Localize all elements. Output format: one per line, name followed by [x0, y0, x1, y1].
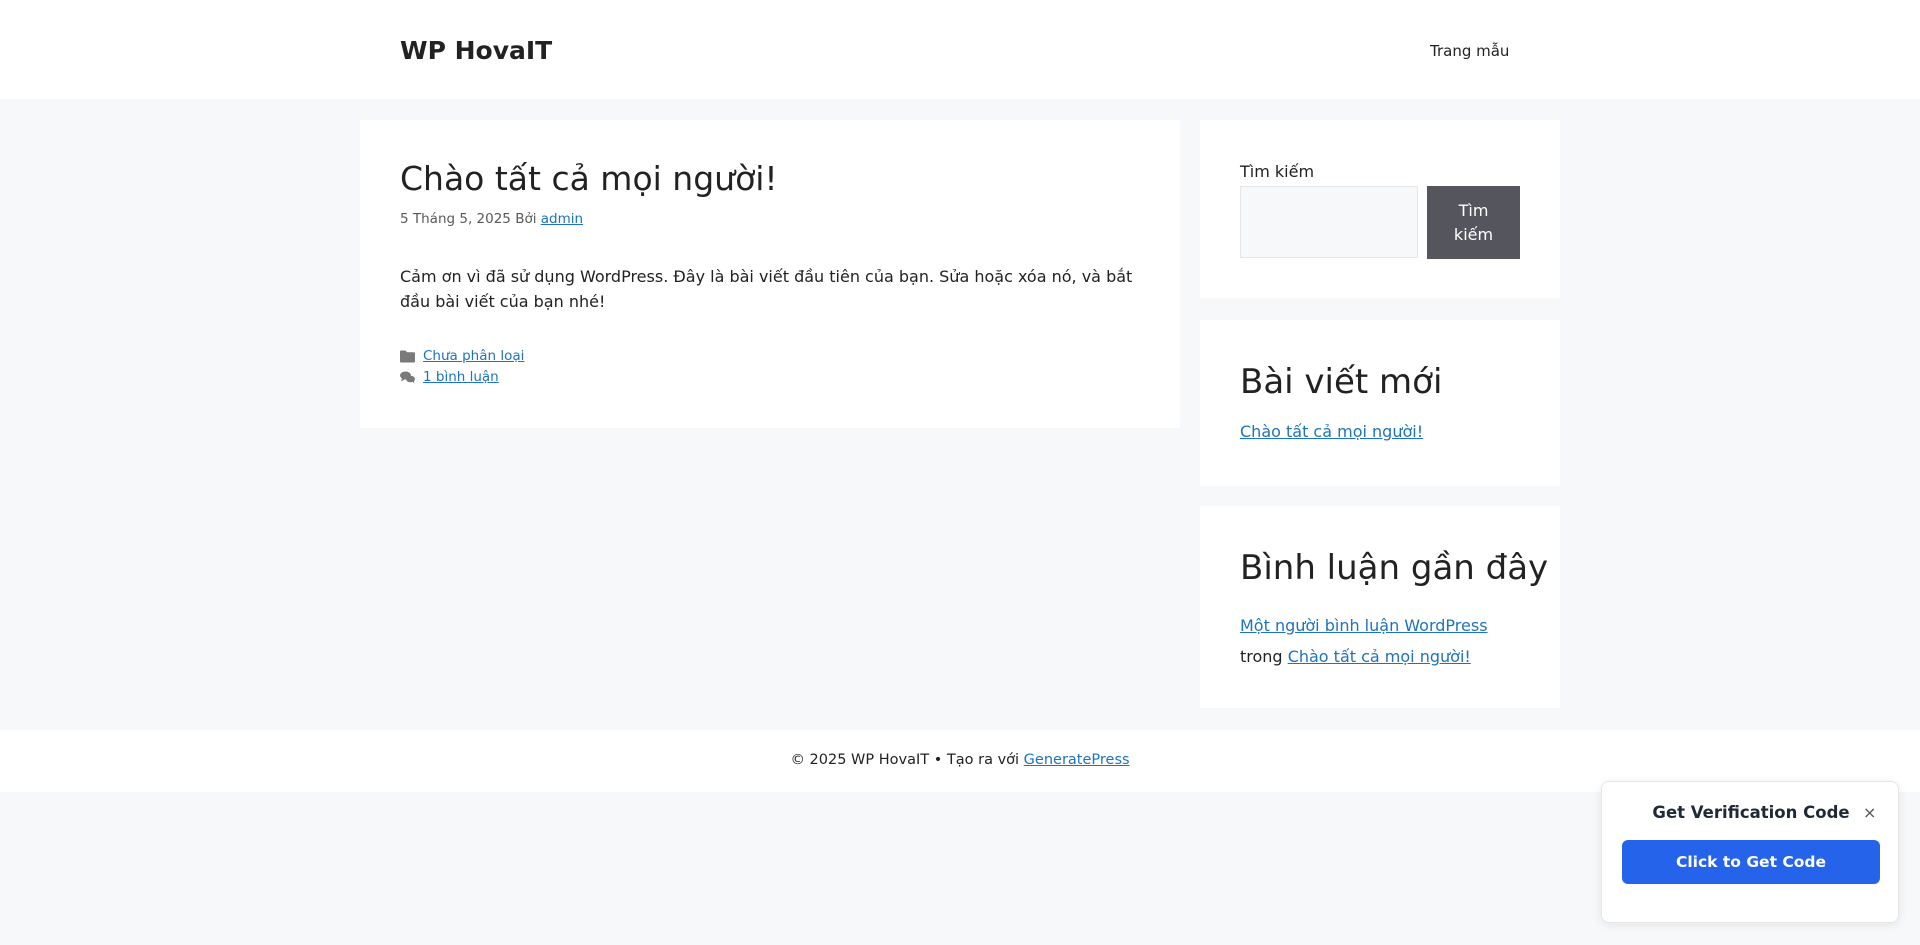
post-comments-link[interactable]: 1 bình luận: [423, 367, 499, 388]
verification-popup: Get Verification Code × Click to Get Cod…: [1601, 781, 1899, 923]
site-title[interactable]: WP HovaIT: [400, 36, 552, 66]
post-article: Chào tất cả mọi người! 5 Tháng 5, 2025 B…: [360, 120, 1180, 428]
recent-posts-title: Bài viết mới: [1240, 362, 1443, 402]
post-title: Chào tất cả mọi người!: [400, 159, 778, 198]
search-input[interactable]: [1240, 186, 1418, 258]
nav-item-trang-mau[interactable]: Trang mẫu: [1430, 41, 1509, 61]
post-category-link[interactable]: Chưa phân loại: [423, 346, 524, 367]
search-label: Tìm kiếm: [1240, 162, 1315, 181]
post-category-line: Chưa phân loại: [400, 346, 524, 367]
copyright: © 2025 WP HovaIT • Tạo ra với GeneratePr…: [0, 750, 1920, 770]
theme-link[interactable]: GeneratePress: [1024, 752, 1130, 768]
post-author-link[interactable]: admin: [541, 211, 583, 227]
folder-icon: [400, 350, 415, 363]
search-widget: Tìm kiếm Tìm kiếm: [1200, 120, 1560, 298]
comment-author-link[interactable]: Một người bình luận WordPress: [1240, 616, 1488, 635]
recent-post-link[interactable]: Chào tất cả mọi người!: [1240, 422, 1423, 442]
recent-comment-item: Một người bình luận WordPress trong Chào…: [1240, 610, 1530, 672]
recent-comments-title: Bình luận gần đây: [1240, 548, 1549, 588]
recent-comments-widget: Bình luận gần đây Một người bình luận Wo…: [1200, 506, 1560, 708]
close-icon[interactable]: ×: [1863, 804, 1876, 822]
comment-connector: trong: [1240, 647, 1283, 666]
post-content: Cảm ơn vì đã sử dụng WordPress. Đây là b…: [400, 267, 1133, 311]
get-code-button[interactable]: Click to Get Code: [1622, 840, 1880, 884]
post-comments-line: 1 bình luận: [400, 367, 524, 388]
post-footer: Chưa phân loại 1 bình luận: [400, 346, 524, 388]
comments-icon: [400, 371, 415, 384]
site-header: WP HovaIT Trang mẫu: [0, 0, 1920, 99]
copyright-text: © 2025 WP HovaIT • Tạo ra với: [790, 752, 1020, 768]
post-date: 5 Tháng 5, 2025: [400, 211, 511, 227]
post-by-label: Bởi: [515, 211, 537, 227]
recent-posts-widget: Bài viết mới Chào tất cả mọi người!: [1200, 320, 1560, 486]
popup-title: Get Verification Code: [1652, 803, 1850, 822]
comment-post-link[interactable]: Chào tất cả mọi người!: [1288, 647, 1471, 666]
search-button[interactable]: Tìm kiếm: [1427, 186, 1520, 259]
post-meta: 5 Tháng 5, 2025 Bởi admin: [400, 210, 583, 228]
